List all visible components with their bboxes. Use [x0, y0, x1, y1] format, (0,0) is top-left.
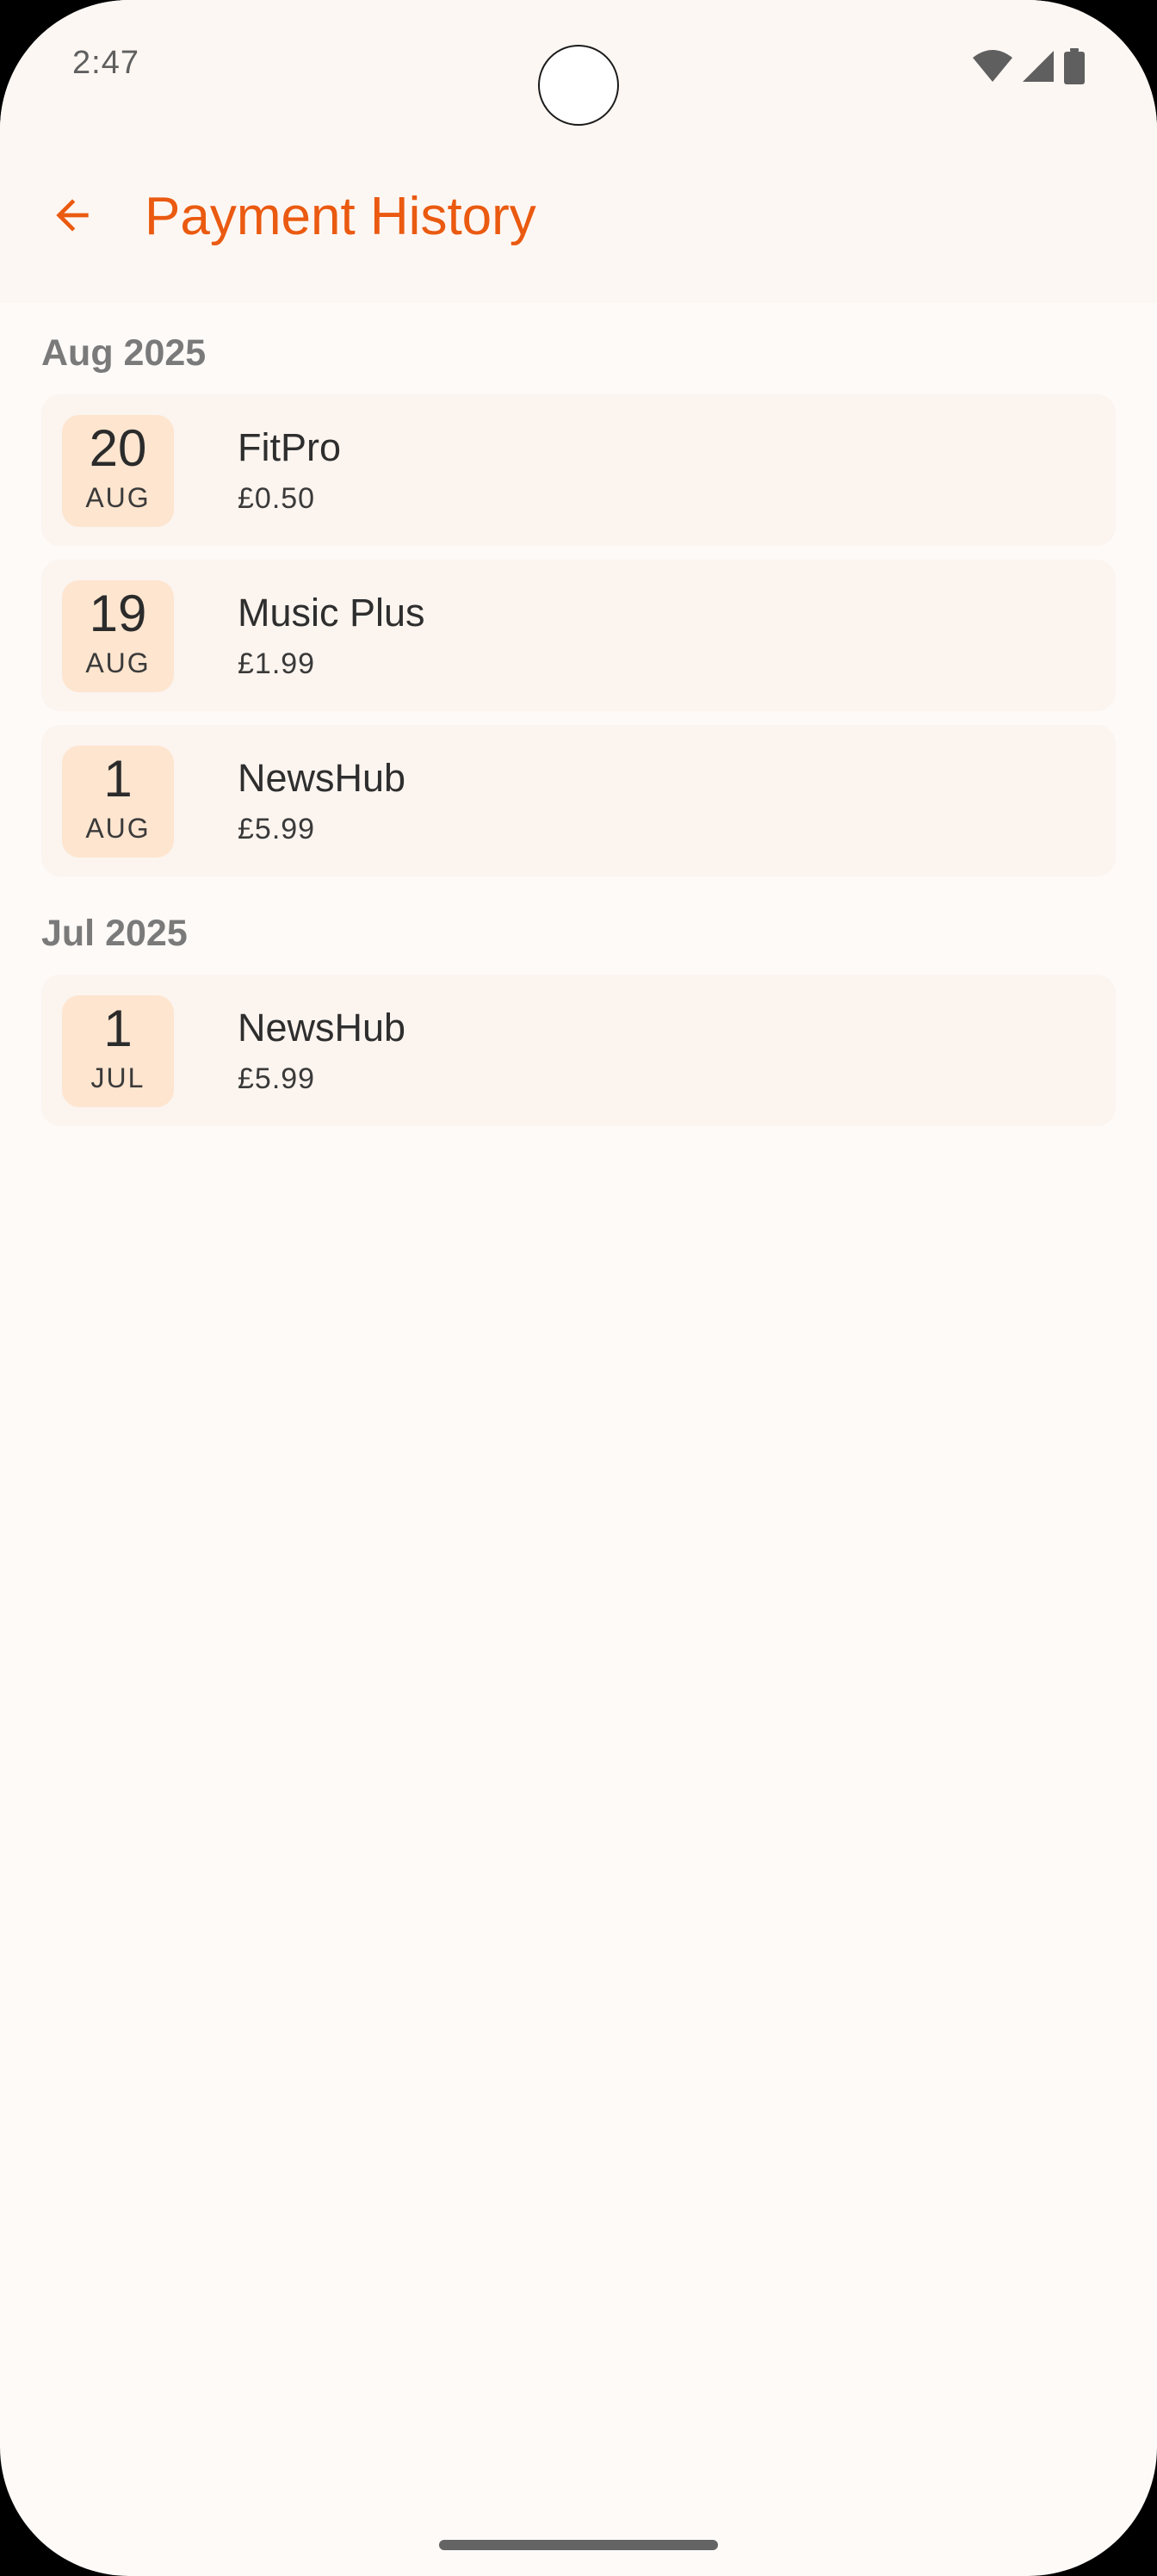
payment-amount: £0.50: [238, 482, 316, 515]
date-month: AUG: [85, 647, 151, 678]
section-header-jul-2025: Jul 2025: [41, 913, 188, 954]
payment-name: FitPro: [238, 425, 342, 469]
device-screen: 2:47 Payment History Aug 2025 20 AUG Fit…: [0, 0, 1157, 2576]
payment-card[interactable]: 1 JUL NewsHub £5.99: [41, 975, 1116, 1126]
page-title: Payment History: [145, 187, 536, 246]
date-badge: 1 JUL: [62, 995, 174, 1107]
camera-cutout: [538, 45, 619, 126]
date-day: 20: [89, 419, 147, 477]
payment-amount: £1.99: [238, 647, 316, 680]
date-month: JUL: [90, 1062, 145, 1093]
section-header-aug-2025: Aug 2025: [41, 332, 207, 374]
date-day: 1: [103, 1000, 133, 1057]
status-time: 2:47: [72, 45, 139, 81]
date-badge: 1 AUG: [62, 746, 174, 858]
status-bar: 2:47: [0, 0, 1157, 138]
date-day: 1: [103, 750, 133, 808]
payment-card[interactable]: 1 AUG NewsHub £5.99: [41, 725, 1116, 876]
payment-name: NewsHub: [238, 1006, 406, 1050]
payment-card[interactable]: 19 AUG Music Plus £1.99: [41, 560, 1116, 711]
payment-card[interactable]: 20 AUG FitPro £0.50: [41, 394, 1116, 546]
date-month: AUG: [85, 482, 151, 513]
home-indicator[interactable]: [439, 2540, 718, 2550]
date-badge: 20 AUG: [62, 415, 174, 527]
date-day: 19: [89, 585, 147, 642]
payment-amount: £5.99: [238, 813, 316, 845]
date-badge: 19 AUG: [62, 580, 174, 692]
app-bar: Payment History: [0, 138, 1157, 303]
payment-amount: £5.99: [238, 1062, 316, 1095]
payment-name: Music Plus: [238, 591, 425, 635]
battery-icon: [1064, 48, 1085, 84]
payment-list: Aug 2025 20 AUG FitPro £0.50 19 AUG Musi…: [41, 303, 1116, 1140]
wifi-icon: [973, 50, 1012, 82]
date-month: AUG: [85, 813, 151, 844]
arrow-back-icon: [56, 199, 89, 232]
status-icons: [973, 48, 1085, 84]
signal-icon: [1023, 51, 1054, 82]
payment-name: NewsHub: [238, 756, 406, 800]
back-button[interactable]: [38, 181, 107, 250]
